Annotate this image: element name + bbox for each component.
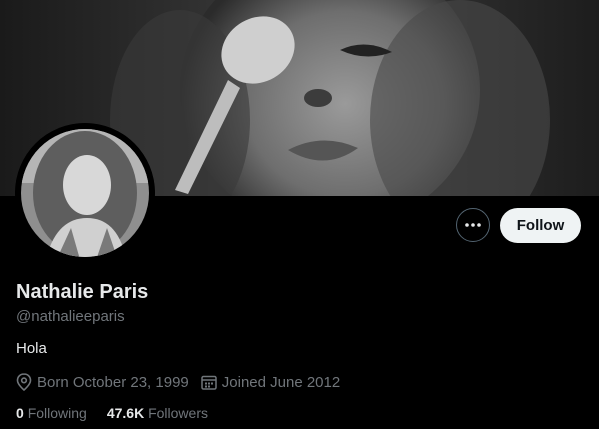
following-link[interactable]: 0 Following bbox=[16, 405, 87, 421]
join-date: Joined June 2012 bbox=[201, 374, 340, 391]
followers-label: Followers bbox=[148, 405, 208, 421]
profile-bio: Hola bbox=[16, 340, 47, 357]
display-name: Nathalie Paris bbox=[16, 281, 149, 303]
profile-avatar[interactable] bbox=[15, 123, 155, 263]
birthdate-text: Born October 23, 1999 bbox=[37, 373, 189, 391]
profile-handle: @nathalieeparis bbox=[16, 308, 125, 325]
following-label: Following bbox=[27, 405, 87, 421]
followers-count: 47.6K bbox=[106, 405, 145, 421]
follow-button[interactable]: Follow bbox=[500, 208, 581, 243]
following-count: 0 bbox=[16, 405, 24, 421]
ellipsis-icon bbox=[465, 223, 481, 227]
location-pin-icon bbox=[16, 373, 32, 391]
avatar-photo bbox=[15, 123, 155, 263]
calendar-icon bbox=[201, 375, 217, 390]
follow-button-label: Follow bbox=[516, 217, 565, 234]
birthdate: Born October 23, 1999 bbox=[16, 373, 189, 391]
join-date-text: Joined June 2012 bbox=[221, 373, 341, 391]
followers-link[interactable]: 47.6K Followers bbox=[107, 405, 208, 421]
more-options-button[interactable] bbox=[456, 208, 490, 242]
follow-stats: 0 Following 47.6K Followers bbox=[16, 405, 228, 421]
profile-meta: Born October 23, 1999 Joined June 2012 bbox=[16, 372, 352, 392]
